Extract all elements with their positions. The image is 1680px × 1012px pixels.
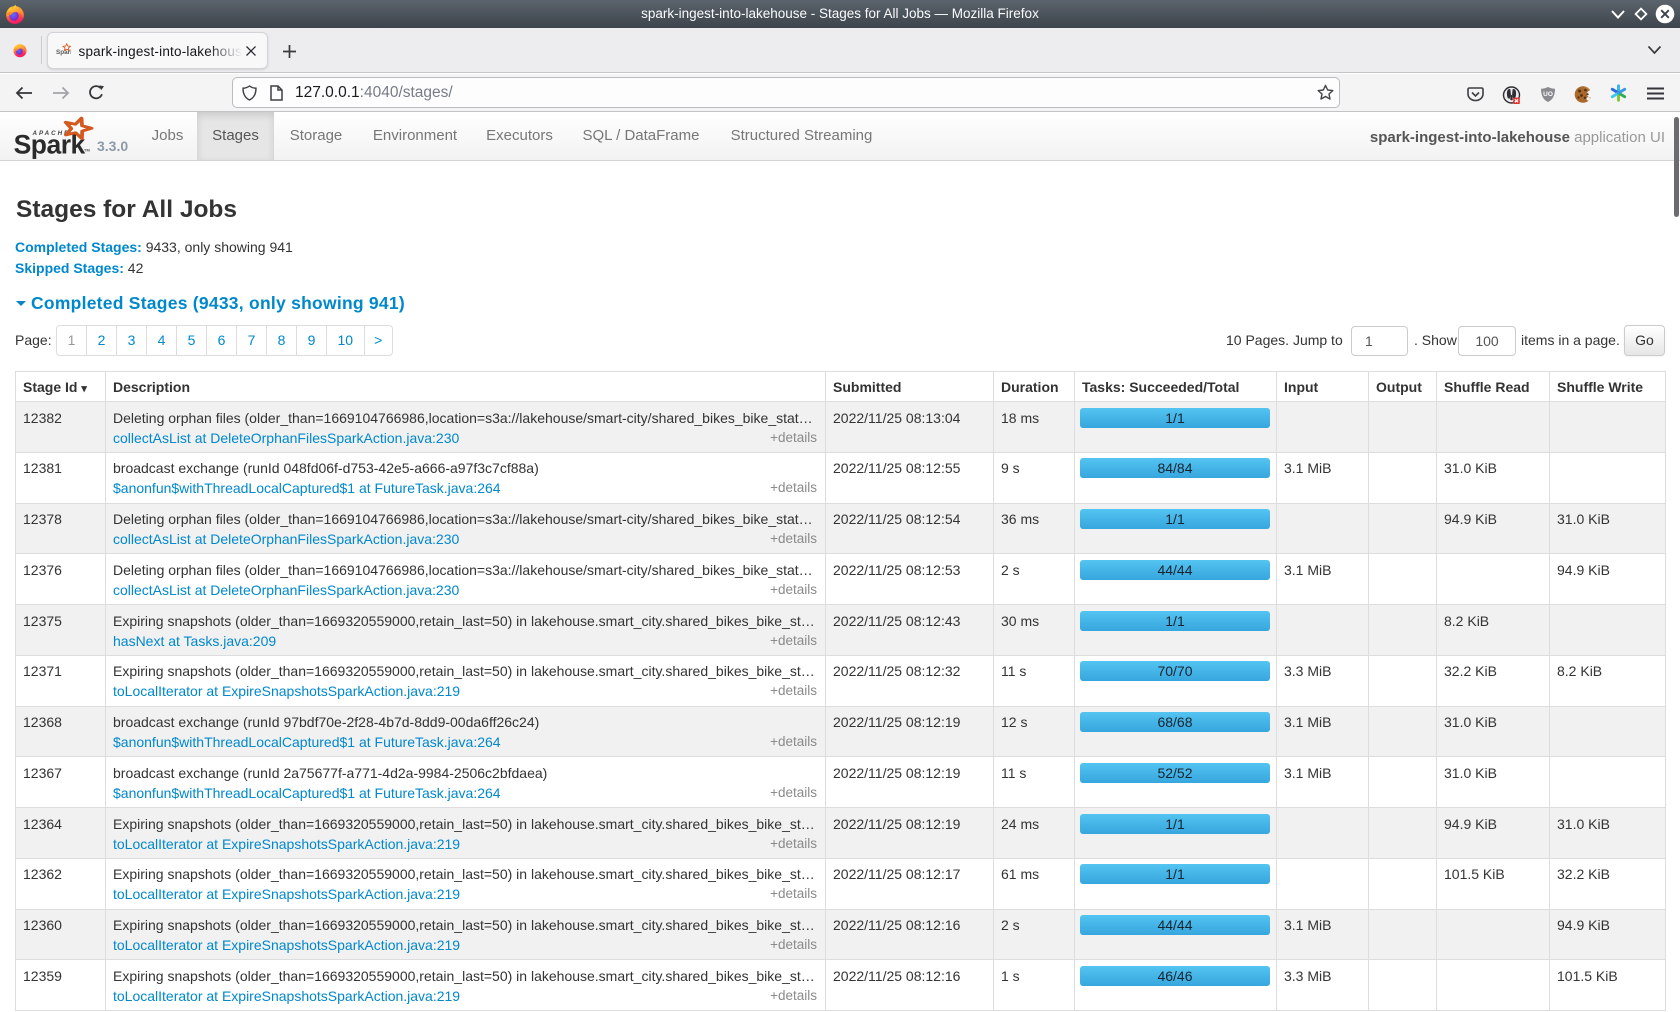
svg-text:UO: UO <box>1543 91 1553 98</box>
svg-text:TM: TM <box>84 148 90 153</box>
